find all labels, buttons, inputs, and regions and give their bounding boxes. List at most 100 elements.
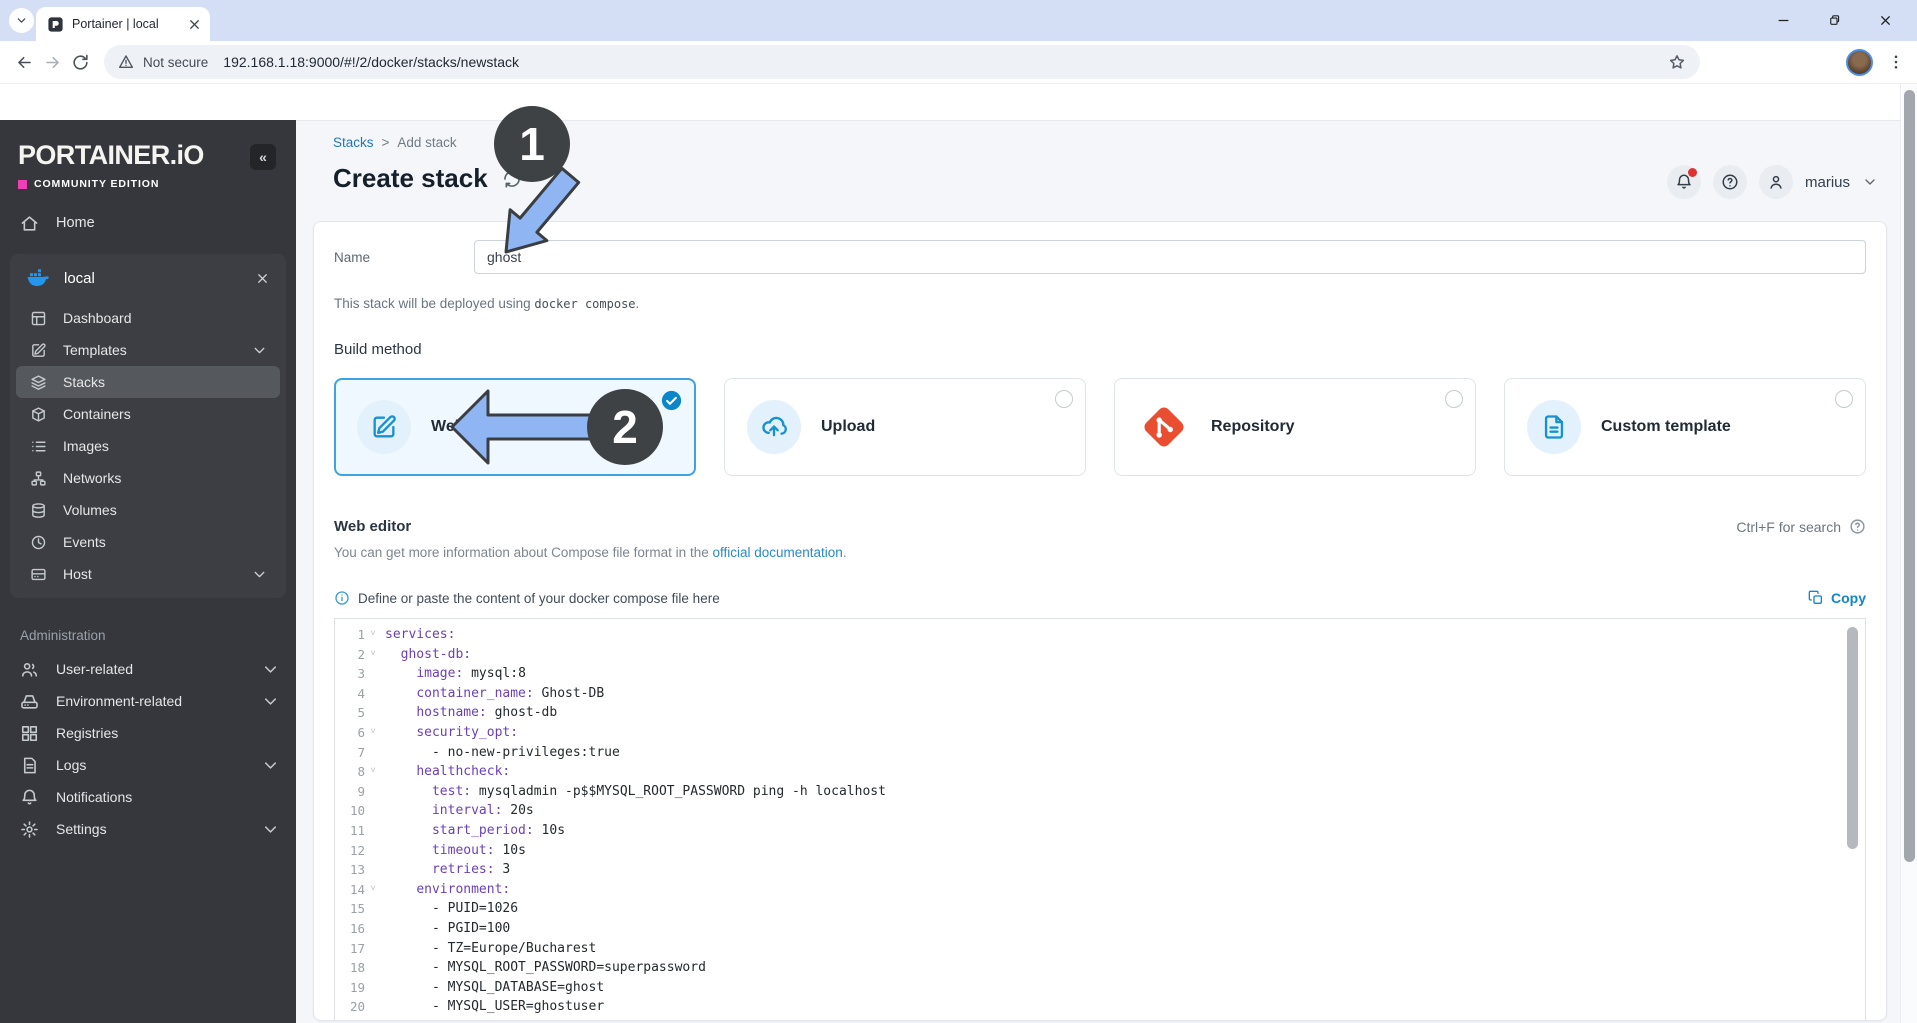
deploy-note-code: docker compose [534, 297, 636, 311]
chevron-down-icon [261, 660, 280, 679]
breadcrumb-stacks-link[interactable]: Stacks [333, 135, 374, 150]
code-line[interactable]: 3 image: mysql:8 [335, 664, 1865, 684]
search-help-icon[interactable] [1849, 518, 1866, 535]
code-line[interactable]: 20 - MYSQL_USER=ghostuser [335, 997, 1865, 1017]
tab-search-button[interactable] [9, 8, 34, 33]
restore-icon[interactable] [1827, 13, 1842, 28]
fold-arrow-icon[interactable]: ˅ [365, 880, 381, 900]
sidebar-item-images[interactable]: Images [16, 430, 280, 462]
breadcrumb: Stacks > Add stack [333, 135, 457, 150]
user-avatar-button[interactable] [1758, 165, 1793, 199]
build-method-label: Upload [821, 418, 876, 435]
browser-tab[interactable]: Portainer | local [36, 7, 210, 41]
method-radio[interactable] [1835, 390, 1853, 408]
code-line[interactable]: 11 start_period: 10s [335, 821, 1865, 841]
line-number: 15 [349, 901, 365, 917]
sidebar-item-label: Templates [63, 342, 127, 358]
code-text: environment: [416, 881, 511, 897]
fold-arrow-icon[interactable]: ˅ [365, 645, 381, 665]
code-line[interactable]: 13 retries: 3 [335, 860, 1865, 880]
code-line[interactable]: 9 test: mysqladmin -p$$MYSQL_ROOT_PASSWO… [335, 782, 1865, 802]
build-method-repository[interactable]: Repository [1114, 378, 1476, 476]
code-line[interactable]: 12 timeout: 10s [335, 841, 1865, 861]
method-radio[interactable] [1445, 390, 1463, 408]
sidebar-item-templates[interactable]: Templates [16, 334, 280, 366]
notifications-button[interactable] [1666, 165, 1701, 199]
back-button[interactable] [10, 48, 38, 76]
code-line[interactable]: 7 - no-new-privileges:true [335, 743, 1865, 763]
templates-icon [30, 342, 47, 359]
code-line[interactable]: 1 ˅ services: [335, 625, 1865, 645]
browser-menu-icon[interactable] [1887, 53, 1905, 71]
code-line[interactable]: 6 ˅ security_opt: [335, 723, 1865, 743]
code-line[interactable]: 17 - TZ=Europe/Bucharest [335, 939, 1865, 959]
reload-button[interactable] [66, 48, 94, 76]
help-button[interactable] [1712, 165, 1747, 199]
sidebar-item-registries[interactable]: Registries [0, 717, 296, 749]
compose-code-editor[interactable]: 1 ˅ services: 2 ˅ ghost-db: 3 image: mysql:8 4… [334, 618, 1866, 1020]
editor-scrollbar[interactable] [1847, 627, 1858, 849]
user-name[interactable]: marius [1805, 174, 1850, 191]
method-radio[interactable] [1055, 390, 1073, 408]
user-menu-chevron-icon[interactable] [1862, 174, 1878, 190]
sidebar-item-home[interactable]: Home [0, 204, 296, 242]
build-method-upload[interactable]: Upload [724, 378, 1086, 476]
environment-close-icon[interactable] [255, 271, 270, 286]
home-icon [20, 214, 39, 233]
url-text[interactable]: 192.168.1.18:9000/#!/2/docker/stacks/new… [223, 54, 1659, 70]
bookmark-star-icon[interactable] [1668, 53, 1686, 71]
stack-name-input[interactable] [474, 240, 1866, 274]
sidebar-item-environment-related[interactable]: Environment-related [0, 685, 296, 717]
browser-profile-avatar[interactable] [1846, 49, 1873, 76]
code-line[interactable]: 2 ˅ ghost-db: [335, 645, 1865, 665]
build-method-web-editor[interactable]: Web editor [334, 378, 696, 476]
reload-icon [71, 53, 90, 72]
copy-button[interactable]: Copy [1808, 590, 1866, 606]
minimize-icon[interactable] [1776, 13, 1791, 28]
code-line[interactable]: 15 - PUID=1026 [335, 899, 1865, 919]
code-line[interactable]: 4 container_name: Ghost-DB [335, 684, 1865, 704]
build-method-custom-template[interactable]: Custom template [1504, 378, 1866, 476]
sidebar-item-volumes[interactable]: Volumes [16, 494, 280, 526]
sidebar-item-stacks[interactable]: Stacks [16, 366, 280, 398]
sidebar-item-events[interactable]: Events [16, 526, 280, 558]
sidebar-item-containers[interactable]: Containers [16, 398, 280, 430]
window-close-icon[interactable] [1878, 13, 1893, 28]
sidebar-item-host[interactable]: Host [16, 558, 280, 590]
code-line[interactable]: 10 interval: 20s [335, 801, 1865, 821]
sidebar-item-notifications[interactable]: Notifications [0, 781, 296, 813]
address-bar[interactable]: Not secure 192.168.1.18:9000/#!/2/docker… [104, 45, 1700, 79]
code-line[interactable]: 16 - PGID=100 [335, 919, 1865, 939]
code-line[interactable]: 8 ˅ healthcheck: [335, 762, 1865, 782]
line-number: 7 [357, 744, 365, 760]
forward-button[interactable] [38, 48, 66, 76]
dashboard-icon [30, 310, 47, 327]
sidebar-item-user-related[interactable]: User-related [0, 653, 296, 685]
page-scrollbar[interactable] [1900, 84, 1917, 1023]
sidebar-item-label: User-related [56, 661, 134, 677]
code-line[interactable]: 19 - MYSQL_DATABASE=ghost [335, 978, 1865, 998]
security-label[interactable]: Not secure [143, 55, 208, 70]
code-line[interactable]: 18 - MYSQL_ROOT_PASSWORD=superpassword [335, 958, 1865, 978]
fold-arrow-icon[interactable]: ˅ [365, 625, 381, 645]
environment-header[interactable]: local [10, 254, 286, 302]
tab-close-icon[interactable] [187, 17, 202, 32]
sidebar-item-networks[interactable]: Networks [16, 462, 280, 494]
code-line[interactable]: 14 ˅ environment: [335, 880, 1865, 900]
line-number: 4 [357, 685, 365, 701]
code-line[interactable]: 5 hostname: ghost-db [335, 703, 1865, 723]
fold-arrow-icon[interactable]: ˅ [365, 762, 381, 782]
tab-title: Portainer | local [72, 17, 159, 31]
line-number: 14 [349, 881, 365, 897]
sidebar-item-settings[interactable]: Settings [0, 813, 296, 845]
sidebar-item-label: Environment-related [56, 693, 183, 709]
refresh-icon[interactable] [502, 169, 522, 189]
forward-icon [43, 53, 62, 72]
sidebar-collapse-button[interactable]: « [250, 144, 276, 170]
sidebar-item-logs[interactable]: Logs [0, 749, 296, 781]
fold-arrow-icon[interactable]: ˅ [365, 723, 381, 743]
official-documentation-link[interactable]: official documentation [712, 545, 842, 560]
page-scrollbar-thumb[interactable] [1904, 90, 1915, 862]
sidebar-item-dashboard[interactable]: Dashboard [16, 302, 280, 334]
